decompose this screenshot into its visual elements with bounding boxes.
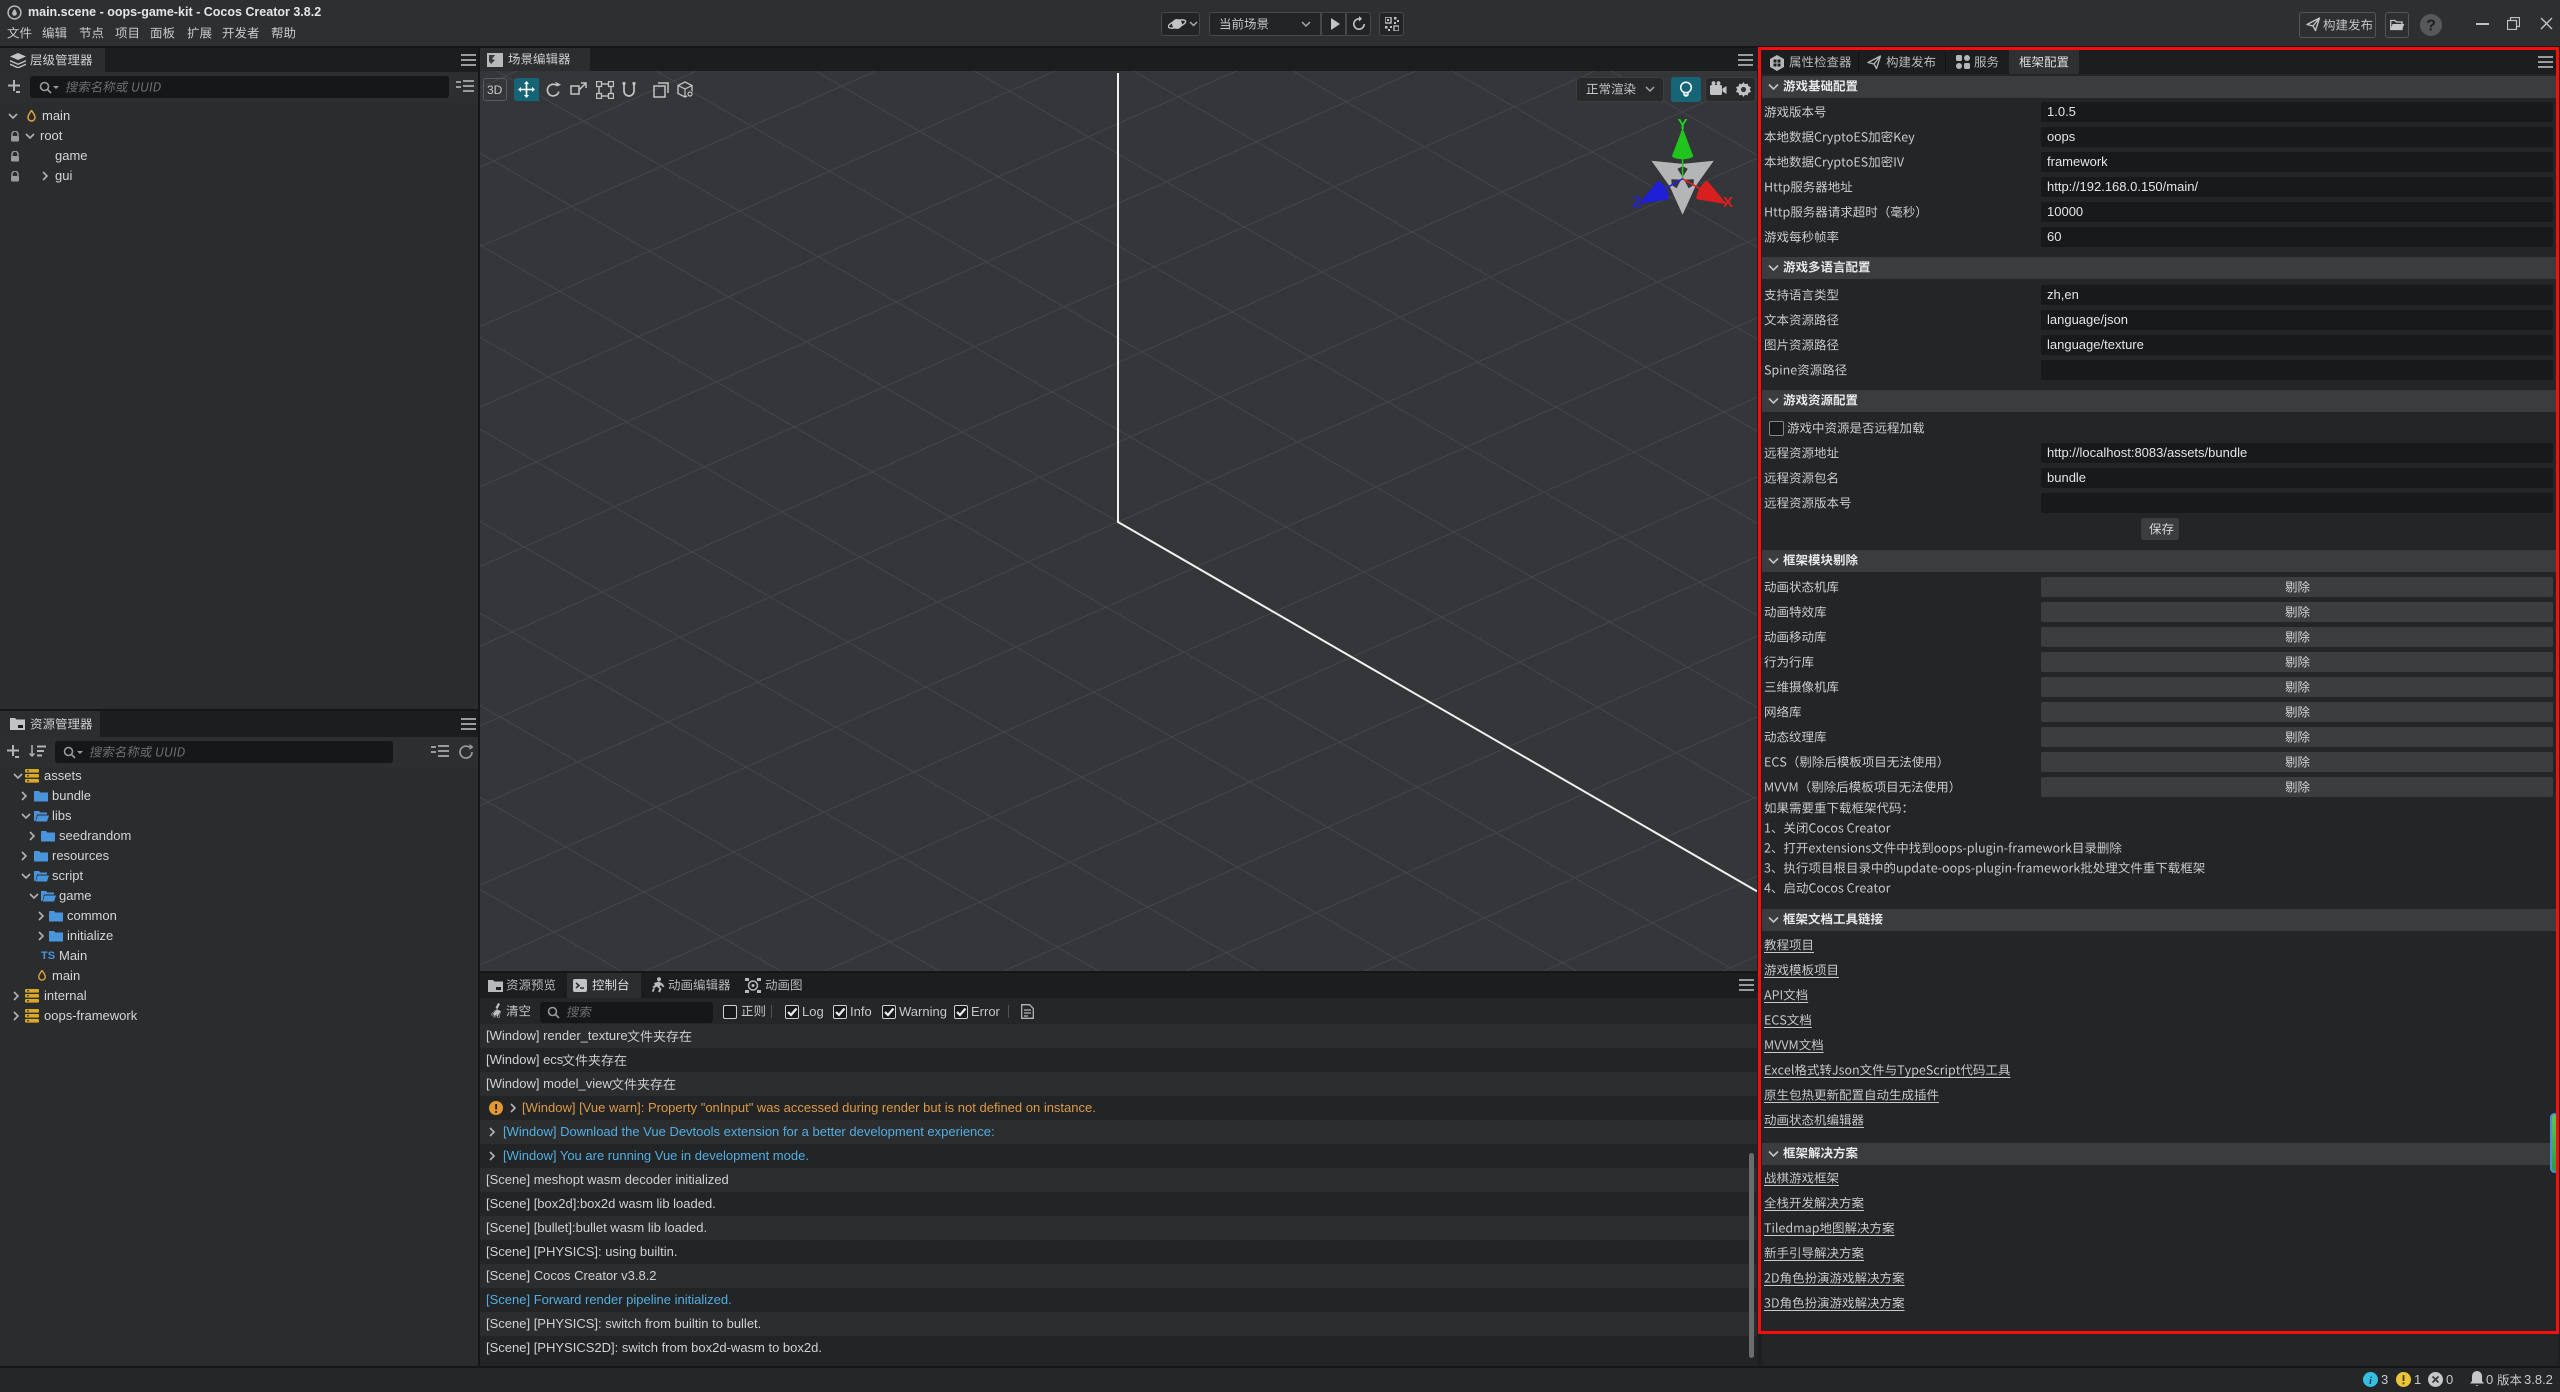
- svg-text:Y: Y: [1678, 116, 1688, 133]
- svg-text:Z: Z: [1632, 194, 1641, 211]
- svg-text:X: X: [1723, 194, 1733, 211]
- svg-text:?: ?: [2426, 18, 2436, 35]
